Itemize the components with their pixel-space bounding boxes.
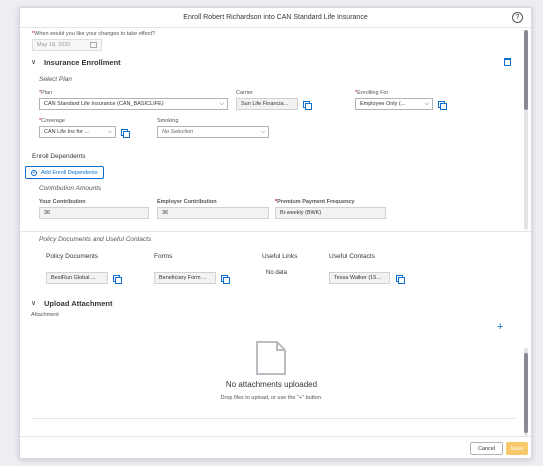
chevron-down-icon: ⌵ bbox=[424, 101, 429, 107]
select-plan-title: Select Plan bbox=[39, 76, 72, 83]
employer-contribution-label: Employer Contribution bbox=[157, 199, 217, 205]
upload-divider bbox=[31, 418, 515, 419]
plan-value: CAN Standard Life Insurance (CAN_BASICLI… bbox=[44, 101, 164, 107]
save-label: Save bbox=[510, 445, 524, 452]
attachment-label: Attachment bbox=[31, 312, 59, 318]
policy-documents-header: Policy Documents bbox=[46, 253, 99, 260]
chevron-down-icon[interactable]: ∨ bbox=[31, 58, 36, 66]
coverage-select[interactable]: CAN Life Ins for ... ⌵ bbox=[39, 126, 116, 138]
cancel-label: Cancel bbox=[477, 445, 496, 452]
smoking-select[interactable]: No Selection ⌵ bbox=[157, 126, 269, 138]
insurance-enrollment-title: Insurance Enrollment bbox=[44, 58, 121, 67]
your-contribution-value: 36 bbox=[44, 210, 51, 216]
copy-icon[interactable] bbox=[396, 275, 405, 284]
plan-label: Plan bbox=[39, 90, 52, 96]
cancel-button[interactable]: Cancel bbox=[470, 442, 503, 455]
contribution-title: Contribution Amounts bbox=[39, 185, 102, 192]
copy-icon[interactable] bbox=[303, 101, 312, 110]
chevron-down-icon: ⌵ bbox=[219, 101, 224, 107]
employer-contribution-value: 36 bbox=[162, 210, 169, 216]
carrier-field: Sun Life Financia... bbox=[236, 98, 298, 110]
enroll-dialog: Enroll Robert Richardson into CAN Standa… bbox=[19, 7, 532, 459]
effective-date-field[interactable]: May 18, 2020 bbox=[32, 39, 102, 51]
smoking-label: Smoking bbox=[157, 118, 179, 124]
coverage-value: CAN Life Ins for ... bbox=[44, 129, 89, 135]
add-dependents-label: Add Enroll Dependents bbox=[41, 169, 98, 176]
dialog-title: Enroll Robert Richardson into CAN Standa… bbox=[183, 14, 368, 21]
forms-header: Forms bbox=[154, 253, 173, 260]
contact-field[interactable]: Tessa Walker (15... bbox=[329, 272, 390, 284]
copy-icon[interactable] bbox=[113, 275, 122, 284]
effective-date-label: When would you like your changes to take… bbox=[32, 31, 155, 37]
frequency-label: Premium Payment Frequency bbox=[275, 199, 354, 205]
dialog-footer: Cancel Save bbox=[20, 436, 531, 458]
enrolling-for-label: Enrolling For bbox=[355, 90, 388, 96]
your-contribution-field: 36 bbox=[39, 207, 149, 219]
form-field[interactable]: Beneficiary Form ... bbox=[154, 272, 216, 284]
chevron-down-icon: ⌵ bbox=[260, 129, 265, 135]
useful-links-header: Useful Links bbox=[262, 253, 298, 260]
useful-links-empty: No data bbox=[266, 270, 288, 276]
carrier-label: Carrier bbox=[236, 90, 253, 96]
copy-icon[interactable] bbox=[221, 275, 230, 284]
help-icon[interactable]: ? bbox=[512, 12, 523, 23]
employer-contribution-field: 36 bbox=[157, 207, 269, 219]
frequency-field: Bi-weekly (BWK) bbox=[275, 207, 386, 219]
document-icon bbox=[256, 341, 286, 375]
your-contribution-label: Your Contribution bbox=[39, 199, 86, 205]
effective-date-value: May 18, 2020 bbox=[37, 42, 71, 48]
smoking-value: No Selection bbox=[162, 129, 194, 135]
save-button[interactable]: Save bbox=[506, 442, 528, 455]
chevron-down-icon[interactable]: ∨ bbox=[31, 299, 36, 307]
useful-contacts-header: Useful Contacts bbox=[329, 253, 375, 260]
frequency-value: Bi-weekly (BWK) bbox=[280, 210, 322, 216]
divider bbox=[20, 231, 531, 232]
policy-document-value: BestRun Global ... bbox=[51, 275, 96, 281]
add-dependents-button[interactable]: + Add Enroll Dependents bbox=[25, 166, 104, 179]
coverage-label: Coverage bbox=[39, 118, 65, 124]
chevron-down-icon: ⌵ bbox=[107, 129, 112, 135]
copy-icon[interactable] bbox=[438, 101, 447, 110]
delete-icon[interactable] bbox=[504, 58, 511, 66]
empty-attachments-title: No attachments uploaded bbox=[225, 380, 318, 389]
form-value: Beneficiary Form ... bbox=[159, 275, 207, 281]
upload-title: Upload Attachment bbox=[44, 299, 113, 308]
scrollbar-thumb-lower[interactable] bbox=[524, 353, 528, 433]
enroll-dependents-title: Enroll Dependents bbox=[32, 153, 86, 160]
copy-icon[interactable] bbox=[121, 129, 130, 138]
enrolling-for-value: Employee Only (... bbox=[360, 101, 406, 107]
contact-value: Tessa Walker (15... bbox=[334, 275, 381, 281]
carrier-value: Sun Life Financia... bbox=[241, 101, 289, 107]
enrolling-for-select[interactable]: Employee Only (... ⌵ bbox=[355, 98, 433, 110]
policy-document-field[interactable]: BestRun Global ... bbox=[46, 272, 108, 284]
calendar-icon[interactable] bbox=[90, 42, 97, 48]
plan-select[interactable]: CAN Standard Life Insurance (CAN_BASICLI… bbox=[39, 98, 228, 110]
add-attachment-button[interactable]: + bbox=[497, 321, 503, 333]
scrollbar-thumb[interactable] bbox=[524, 30, 528, 110]
add-icon: + bbox=[31, 169, 37, 176]
policy-title: Policy Documents and Useful Contacts bbox=[39, 236, 152, 243]
dialog-header: Enroll Robert Richardson into CAN Standa… bbox=[20, 8, 531, 28]
empty-attachments-hint: Drop files to upload, or use the "+" but… bbox=[220, 395, 323, 401]
